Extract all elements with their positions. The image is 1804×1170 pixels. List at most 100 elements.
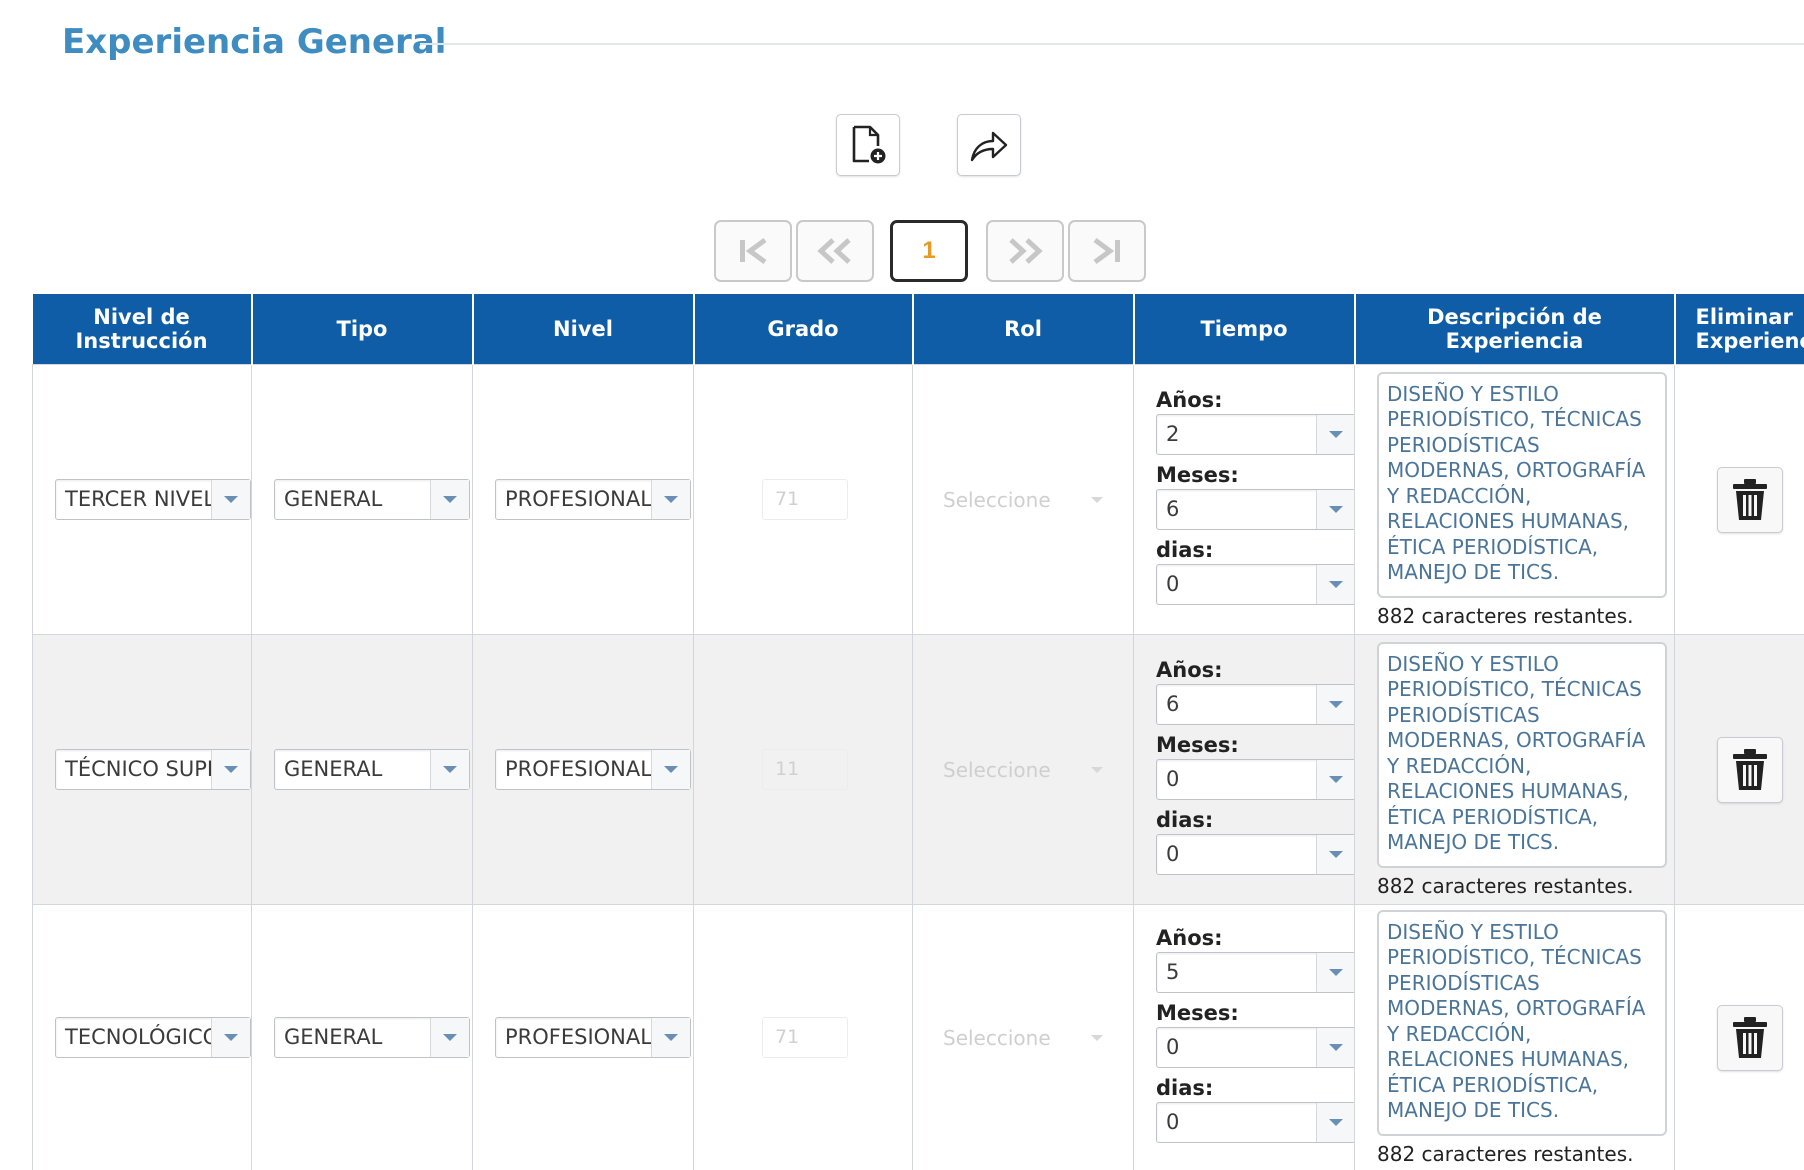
cell-descripcion: DISEÑO Y ESTILO PERIODÍSTICO, TÉCNICAS P… <box>1354 634 1675 905</box>
select-value: 0 <box>1166 842 1180 866</box>
cell-grado: 71 <box>693 364 913 635</box>
title-divider <box>420 43 1804 45</box>
nivel-select[interactable]: PROFESIONAL <box>495 1017 691 1058</box>
meses-label: Meses: <box>1156 463 1239 487</box>
nivel-select[interactable]: PROFESIONAL <box>495 749 691 790</box>
caracteres-restantes: 882 caracteres restantes. <box>1377 1141 1634 1166</box>
rol-select: Seleccione <box>943 749 1113 790</box>
dias-select[interactable]: 0 <box>1156 834 1354 875</box>
table-row: TECNOLÓGICO GENERAL PROFESIONAL 71 Selec… <box>32 904 1804 1170</box>
chevron-down-icon[interactable] <box>430 750 469 789</box>
anios-label: Años: <box>1156 388 1223 412</box>
pager-first-button[interactable] <box>714 220 792 282</box>
trash-icon <box>1733 1016 1767 1058</box>
chevron-down-icon[interactable] <box>1316 760 1354 799</box>
chevron-down-icon <box>1091 496 1103 503</box>
tipo-select[interactable]: GENERAL <box>274 479 470 520</box>
chevron-down-icon[interactable] <box>651 750 690 789</box>
cell-nivel-instruccion: TERCER NIVEL <box>32 364 252 635</box>
header-nivel-instruccion[interactable]: Nivel de Instrucción <box>32 294 252 365</box>
grado-input: 71 <box>762 479 848 520</box>
cell-grado: 11 <box>693 634 913 905</box>
table-header-row: Nivel de Instrucción Tipo Nivel Grado Ro… <box>32 294 1804 365</box>
delete-button[interactable] <box>1717 466 1783 533</box>
header-descripcion[interactable]: Descripción de Experiencia <box>1353 294 1675 365</box>
table-row: TERCER NIVEL GENERAL PROFESIONAL 71 Sele… <box>32 364 1804 635</box>
meses-label: Meses: <box>1156 1001 1239 1025</box>
meses-select[interactable]: 6 <box>1156 489 1354 530</box>
tipo-select[interactable]: GENERAL <box>274 749 470 790</box>
rol-select: Seleccione <box>943 1017 1113 1058</box>
chevron-down-icon[interactable] <box>1316 953 1354 992</box>
cell-nivel: PROFESIONAL <box>472 364 694 635</box>
select-value: Seleccione <box>943 487 1051 512</box>
pager-previous-button[interactable] <box>796 220 874 282</box>
delete-button[interactable] <box>1717 736 1783 803</box>
dias-select[interactable]: 0 <box>1156 1102 1354 1143</box>
forward-button[interactable] <box>957 114 1021 176</box>
anios-label: Años: <box>1156 926 1223 950</box>
chevron-down-icon[interactable] <box>1316 415 1354 454</box>
descripcion-textarea[interactable]: DISEÑO Y ESTILO PERIODÍSTICO, TÉCNICAS P… <box>1377 641 1667 868</box>
grado-input: 11 <box>762 749 848 790</box>
meses-select[interactable]: 0 <box>1156 759 1354 800</box>
chevron-down-icon[interactable] <box>430 480 469 519</box>
anios-select[interactable]: 5 <box>1156 952 1354 993</box>
select-value: 2 <box>1166 422 1180 446</box>
cell-tiempo: Años: 5 Meses: 0 dias: 0 <box>1133 904 1355 1170</box>
chevron-down-icon[interactable] <box>651 1018 690 1057</box>
caracteres-restantes: 882 caracteres restantes. <box>1377 603 1634 628</box>
new-record-button[interactable] <box>836 114 900 176</box>
chevron-down-icon[interactable] <box>211 480 250 519</box>
chevron-down-icon[interactable] <box>211 1018 250 1057</box>
select-value: TERCER NIVEL <box>65 487 211 511</box>
tipo-select[interactable]: GENERAL <box>274 1017 470 1058</box>
select-value: TECNOLÓGICO <box>65 1025 211 1049</box>
rol-select: Seleccione <box>943 479 1113 520</box>
pager-next-button[interactable] <box>986 220 1064 282</box>
dias-select[interactable]: 0 <box>1156 564 1354 605</box>
header-tiempo[interactable]: Tiempo <box>1132 294 1355 365</box>
cell-rol: Seleccione <box>912 634 1134 905</box>
chevron-down-icon[interactable] <box>651 480 690 519</box>
header-eliminar[interactable]: Eliminar Experiencia <box>1673 294 1804 365</box>
select-value: 0 <box>1166 1035 1180 1059</box>
chevron-down-icon[interactable] <box>211 750 250 789</box>
chevron-down-icon[interactable] <box>1316 490 1354 529</box>
header-rol[interactable]: Rol <box>911 294 1134 365</box>
select-value: 0 <box>1166 767 1180 791</box>
pager-current-page[interactable]: 1 <box>890 220 968 282</box>
chevron-down-icon[interactable] <box>1316 835 1354 874</box>
cell-nivel-instruccion: TÉCNICO SUPE <box>32 634 252 905</box>
descripcion-textarea[interactable]: DISEÑO Y ESTILO PERIODÍSTICO, TÉCNICAS P… <box>1377 909 1667 1136</box>
chevron-down-icon[interactable] <box>1316 565 1354 604</box>
header-tipo[interactable]: Tipo <box>250 294 473 365</box>
nivel-instruccion-select[interactable]: TERCER NIVEL <box>55 479 251 520</box>
anios-select[interactable]: 6 <box>1156 684 1354 725</box>
header-nivel[interactable]: Nivel <box>471 294 694 365</box>
select-value: GENERAL <box>284 1025 383 1049</box>
nivel-select[interactable]: PROFESIONAL <box>495 479 691 520</box>
anios-label: Años: <box>1156 658 1223 682</box>
cell-rol: Seleccione <box>912 364 1134 635</box>
chevron-down-icon[interactable] <box>1316 1103 1354 1142</box>
cell-nivel-instruccion: TECNOLÓGICO <box>32 904 252 1170</box>
dias-label: dias: <box>1156 808 1214 832</box>
delete-button[interactable] <box>1717 1004 1783 1071</box>
chevron-down-icon[interactable] <box>430 1018 469 1057</box>
descripcion-textarea[interactable]: DISEÑO Y ESTILO PERIODÍSTICO, TÉCNICAS P… <box>1377 371 1667 598</box>
nivel-instruccion-select[interactable]: TÉCNICO SUPE <box>55 749 251 790</box>
cell-rol: Seleccione <box>912 904 1134 1170</box>
cell-tipo: GENERAL <box>251 904 473 1170</box>
header-grado[interactable]: Grado <box>692 294 913 365</box>
chevron-down-icon[interactable] <box>1316 1028 1354 1067</box>
chevron-down-icon[interactable] <box>1316 685 1354 724</box>
select-value: Seleccione <box>943 1025 1051 1050</box>
caracteres-restantes: 882 caracteres restantes. <box>1377 873 1634 898</box>
cell-eliminar <box>1674 364 1804 635</box>
select-value: Seleccione <box>943 757 1051 782</box>
nivel-instruccion-select[interactable]: TECNOLÓGICO <box>55 1017 251 1058</box>
meses-select[interactable]: 0 <box>1156 1027 1354 1068</box>
pager-last-button[interactable] <box>1068 220 1146 282</box>
anios-select[interactable]: 2 <box>1156 414 1354 455</box>
